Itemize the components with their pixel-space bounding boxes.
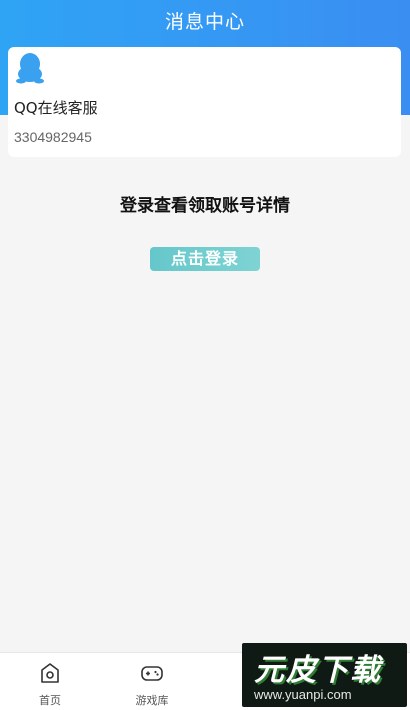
- service-qq-number: 3304982945: [14, 129, 92, 145]
- gamepad-icon: [141, 666, 163, 681]
- watermark-brand: 元皮下载: [254, 653, 382, 688]
- qq-penguin-icon: [16, 53, 44, 84]
- qq-service-card[interactable]: QQ在线客服 3304982945: [8, 47, 401, 157]
- tab-home[interactable]: 首页: [0, 653, 100, 710]
- login-button[interactable]: 点击登录: [150, 247, 260, 271]
- tab-game-library-label: 游戏库: [135, 694, 169, 707]
- tab-game-library[interactable]: 游戏库: [102, 653, 202, 710]
- login-prompt-text: 登录查看领取账号详情: [120, 196, 290, 216]
- page-title: 消息中心: [164, 11, 245, 33]
- watermark-url: www.yuanpi.com: [254, 687, 352, 702]
- home-icon: [41, 663, 59, 683]
- site-watermark: 元皮下载 www.yuanpi.com: [242, 643, 407, 707]
- tab-home-label: 首页: [39, 694, 61, 707]
- service-name: QQ在线客服: [14, 99, 98, 117]
